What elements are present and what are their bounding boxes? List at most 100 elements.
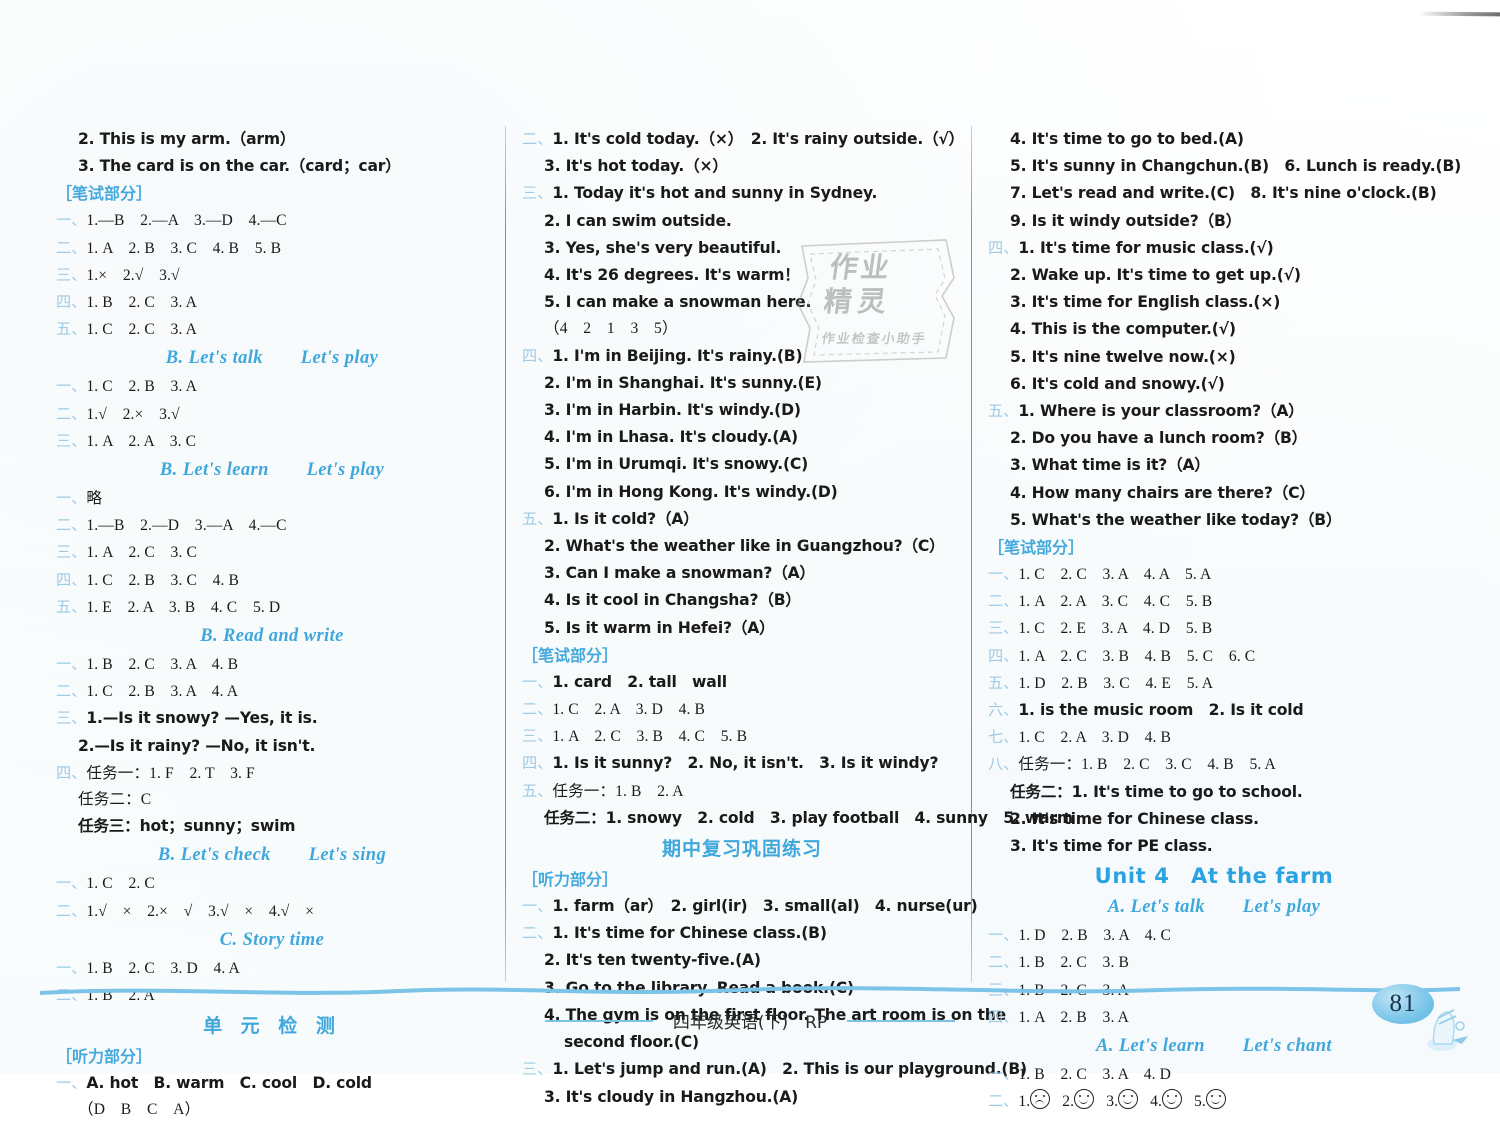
answer-line: 5. It's sunny in Changchun.(B) 6. Lunch …	[988, 153, 1461, 180]
answer-line: 三、1. A 2. C 3. C	[56, 539, 488, 566]
answer-line: 五、1. C 2. C 3. A	[56, 316, 488, 343]
answer-line: 一、1.—B 2.—A 3.—D 4.—C	[56, 207, 488, 234]
answer-line: 5. Is it warm in Hefei?（A）	[522, 615, 962, 642]
answer-line-emoji: 二、1. 2. 3. 4. 5.	[988, 1088, 1440, 1115]
chinese-item-number: 一、	[56, 1074, 87, 1093]
answer-text: 3. I'm in Harbin. It's windy.(D)	[544, 401, 801, 420]
answer-text: 任务二：C	[78, 791, 152, 809]
chinese-item-number: 一、	[988, 1065, 1019, 1084]
answer-line: 7. Let's read and write.(C) 8. It's nine…	[988, 180, 1440, 207]
footer-title: 四年级英语(下) RP	[672, 1013, 828, 1033]
answer-line: 3. What time is it?（A）	[988, 452, 1440, 479]
mascot-icon	[1427, 1009, 1468, 1051]
answer-line: 3. Can I make a snowman?（A）	[522, 560, 962, 587]
answer-line: 3. The card is on the car.（card；car）	[56, 153, 488, 180]
answer-line: 二、1. It's cold today.（×） 2. It's rainy o…	[522, 126, 964, 153]
emoji-item-index: 3.	[1106, 1093, 1119, 1111]
answer-text: 1. Today it's hot and sunny in Sydney.	[552, 184, 878, 203]
answer-text: 1. C 2. B 3. A 4. A	[86, 683, 239, 701]
answer-line: second floor.(C)	[522, 1029, 962, 1056]
answer-text: （4 2 1 3 5）	[544, 320, 678, 338]
answer-text: 2. I'm in Shanghai. It's sunny.(E)	[544, 373, 822, 392]
answer-line: 二、1. C 2. A 3. D 4. B	[522, 696, 962, 723]
sad-face-icon	[1030, 1089, 1051, 1110]
answer-line: 3. It's cloudy in Hangzhou.(A)	[522, 1084, 962, 1111]
answer-text: 任务一：1. B 2. A	[552, 782, 684, 800]
answer-line: 一、略	[56, 485, 488, 512]
answer-line: 二、1. C 2. B 3. A 4. A	[56, 678, 488, 705]
answer-text: 1. A 2. A 3. C 4. C 5. B	[1018, 593, 1213, 611]
answer-text: 1. card 2. tall wall	[552, 672, 727, 691]
answer-text: 2. This is my arm.（arm）	[78, 130, 296, 148]
column-divider-1	[505, 126, 506, 982]
section-bracket-heading: ［笔试部分］	[56, 184, 153, 204]
answer-text: 1. E 2. A 3. B 4. C 5. D	[86, 598, 281, 616]
chinese-item-number: 四、	[522, 754, 553, 773]
chinese-item-number: 二、	[988, 1092, 1019, 1111]
answer-text: 7. Let's read and write.(C) 8. It's nine…	[1010, 184, 1437, 203]
answer-text: 3. Can I make a snowman?（A）	[544, 564, 815, 583]
answer-line: 2. It's ten twenty-five.(A)	[522, 947, 962, 974]
answer-line: 二、1. A 2. A 3. C 4. C 5. B	[988, 588, 1440, 615]
answer-text: 3. It's time for English class.(×)	[1010, 293, 1281, 312]
lesson-subheading: C. Story time	[219, 929, 325, 950]
answer-line: 三、1.—Is it snowy? —Yes, it is.	[56, 705, 488, 732]
answer-line: 四、1. C 2. B 3. C 4. B	[56, 567, 488, 594]
chinese-item-number: 二、	[988, 592, 1019, 611]
answer-text: 5. What's the weather like today?（B）	[1010, 510, 1342, 529]
stamp-line-2: 精灵	[822, 285, 894, 318]
answer-line: 一、1. D 2. B 3. A 4. C	[988, 922, 1440, 949]
answer-text: 1. Is it cold?（A）	[552, 509, 699, 528]
answer-text: 6. It's cold and snowy.(√)	[1010, 374, 1225, 393]
answer-text: 1. I'm in Beijing. It's rainy.(B)	[552, 346, 803, 365]
answer-line: 二、1. B 2. C 3. B	[988, 949, 1440, 976]
answer-line: 任务二：1. It's time to go to school.	[988, 779, 1440, 806]
answer-text: 1.—B 2.—A 3.—D 4.—C	[86, 212, 287, 230]
chinese-item-number: 二、	[56, 238, 87, 257]
answer-text: 5. It's sunny in Changchun.(B) 6. Lunch …	[1010, 157, 1462, 176]
answer-line: 一、1. B 2. C 3. A 4. D	[988, 1061, 1440, 1088]
answer-text: 3. The card is on the car.（card；car）	[78, 157, 401, 176]
answer-line: 二、1.—B 2.—D 3.—A 4.—C	[56, 512, 488, 539]
answer-line: 二、1. A 2. B 3. C 4. B 5. B	[56, 235, 488, 262]
answer-line: 一、1. C 2. C 3. A 4. A 5. A	[988, 561, 1440, 588]
chinese-item-number: 五、	[522, 781, 553, 800]
answer-text: 任务二：1. It's time to go to school.	[1010, 782, 1303, 801]
answer-text: 1. C 2. B 3. A	[86, 378, 197, 396]
answer-line: 任务三：hot；sunny；swim	[56, 813, 488, 840]
column-1: 2. This is my arm.（arm） 3. The card is on…	[56, 126, 488, 1124]
answer-text: 5. I'm in Urumqi. It's snowy.(C)	[544, 455, 809, 474]
emoji-item-index: 5.	[1194, 1093, 1206, 1111]
answer-line: 五、1. E 2. A 3. B 4. C 5. D	[56, 594, 488, 621]
chinese-item-number: 一、	[988, 926, 1019, 945]
footer-rule-left	[544, 1020, 653, 1022]
bottom-wave-decoration	[40, 986, 1460, 995]
happy-face-icon	[1205, 1089, 1226, 1110]
emoji-item-index: 4.	[1150, 1093, 1162, 1111]
answer-line: 七、1. C 2. A 3. D 4. B	[988, 724, 1440, 751]
answer-text: 1.√ × 2.× √ 3.√ × 4.√ ×	[86, 902, 315, 920]
chinese-item-number: 五、	[522, 509, 553, 528]
answer-text: 9. Is it windy outside?（B）	[1010, 211, 1242, 230]
chinese-item-number: 四、	[522, 346, 553, 365]
answer-text: 3. It's hot today.（×）	[544, 157, 728, 176]
chinese-item-number: 一、	[988, 565, 1019, 584]
answer-text: 1. Let's jump and run.(A) 2. This is our…	[552, 1060, 1027, 1079]
chinese-item-number: 一、	[56, 377, 87, 396]
answer-text: 任务一：1. B 2. C 3. C 4. B 5. A	[1018, 756, 1276, 774]
answer-text: 1. B 2. C 3. A 4. D	[1018, 1066, 1172, 1084]
answer-line: 三、1.× 2.√ 3.√	[56, 262, 488, 289]
answer-line: 2. This is my arm.（arm）	[56, 126, 488, 153]
answer-line: 一、1. farm（ar） 2. girl(ir) 3. small(al) 4…	[522, 893, 978, 920]
answer-line: 四、1. A 2. C 3. B 4. B 5. C 6. C	[988, 643, 1440, 670]
section-bracket-heading: ［笔试部分］	[988, 538, 1085, 558]
answer-line: 3. It's time for PE class.	[988, 833, 1440, 860]
chinese-item-number: 三、	[56, 431, 87, 450]
answer-line: 5. I'm in Urumqi. It's snowy.(C)	[522, 451, 962, 478]
chinese-item-number: 三、	[56, 709, 87, 728]
chinese-item-number: 八、	[988, 755, 1019, 774]
answer-text: 1.—B 2.—D 3.—A 4.—C	[86, 517, 287, 535]
chinese-item-number: 五、	[988, 402, 1019, 421]
answer-text: 任务三：hot；sunny；swim	[78, 817, 296, 836]
answer-line: 一、A. hot B. warm C. cool D. cold	[56, 1070, 488, 1097]
